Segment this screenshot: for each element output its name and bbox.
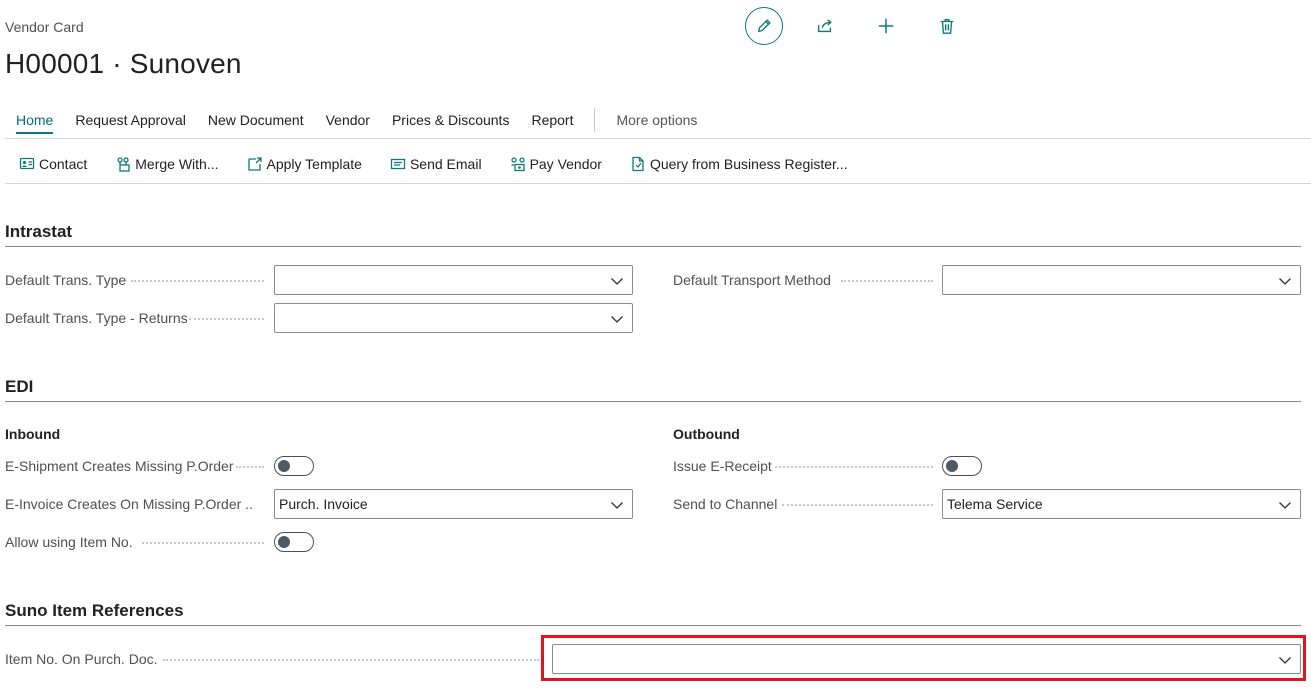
issue-ereceipt-toggle[interactable]	[942, 456, 982, 476]
merge-with-label: Merge With...	[135, 156, 219, 172]
default-transport-method-label: Default Transport Method	[673, 272, 831, 288]
contact-card-icon	[19, 156, 35, 172]
allow-using-item-no-label: Allow using Item No.	[5, 534, 133, 550]
send-email-button[interactable]: Send Email	[376, 148, 496, 180]
new-button[interactable]	[867, 7, 905, 45]
default-trans-type-label: Default Trans. Type	[5, 272, 127, 288]
page-title: H00001 · Sunoven	[5, 48, 242, 79]
merge-icon	[115, 156, 131, 172]
default-trans-type-select[interactable]	[274, 265, 633, 295]
chevron-down-icon	[1279, 278, 1291, 285]
einvoice-creates-on-missing-porder-select[interactable]: Purch. Invoice	[274, 489, 633, 519]
tab-report[interactable]: Report	[520, 104, 584, 138]
default-trans-type-returns-label: Default Trans. Type - Returns	[5, 310, 188, 326]
default-transport-method-select[interactable]	[942, 265, 1301, 295]
nav-divider	[594, 108, 596, 132]
default-trans-type-returns-select[interactable]	[274, 303, 633, 333]
pay-vendor-button[interactable]: Pay Vendor	[496, 148, 616, 180]
trash-icon	[940, 19, 954, 34]
allow-using-item-no-toggle[interactable]	[274, 532, 314, 552]
document-query-icon	[630, 156, 646, 172]
tab-vendor[interactable]: Vendor	[315, 104, 381, 138]
label-leader	[131, 280, 264, 282]
chevron-down-icon	[611, 278, 623, 285]
chevron-down-icon	[1279, 657, 1291, 664]
contact-label: Contact	[39, 156, 88, 172]
share-button[interactable]	[806, 7, 844, 45]
plus-icon	[878, 18, 894, 34]
query-business-register-label: Query from Business Register...	[649, 156, 848, 172]
home-toolbar: Contact Merge With... Apply Template Sen…	[5, 145, 1311, 184]
eshipment-creates-missing-porder-toggle[interactable]	[274, 456, 314, 476]
label-leader	[163, 659, 539, 661]
tab-home-label: Home	[16, 112, 54, 134]
toggle-knob	[946, 459, 958, 472]
email-icon	[390, 156, 406, 172]
item-no-on-purch-doc-label: Item No. On Purch. Doc.	[5, 651, 158, 667]
more-options-button[interactable]: More options	[605, 104, 708, 138]
delete-button[interactable]	[928, 7, 966, 45]
apply-template-label: Apply Template	[266, 156, 362, 172]
merge-with-button[interactable]: Merge With...	[101, 148, 232, 180]
apply-template-icon	[247, 156, 263, 172]
send-email-label: Send Email	[409, 156, 482, 172]
label-leader	[142, 542, 264, 544]
section-divider	[5, 625, 1301, 626]
eshipment-creates-missing-porder-label: E-Shipment Creates Missing P.Order	[5, 458, 234, 474]
section-divider	[5, 401, 1301, 402]
pay-vendor-label: Pay Vendor	[529, 156, 602, 172]
send-to-channel-select[interactable]: Telema Service	[942, 489, 1301, 519]
contact-button[interactable]: Contact	[5, 148, 101, 180]
issue-ereceipt-label: Issue E-Receipt	[673, 458, 772, 474]
label-leader	[782, 504, 933, 506]
toggle-knob	[278, 459, 290, 472]
chevron-down-icon	[611, 502, 623, 509]
tab-prices-discounts[interactable]: Prices & Discounts	[381, 104, 520, 138]
apply-template-button[interactable]: Apply Template	[233, 148, 376, 180]
einvoice-creates-on-missing-porder-label: E-Invoice Creates On Missing P.Order ...	[5, 496, 253, 512]
label-leader	[775, 466, 933, 468]
suno-item-references-section-title[interactable]: Suno Item References	[5, 601, 184, 621]
tab-home[interactable]: Home	[5, 104, 64, 138]
share-icon	[818, 19, 832, 33]
pay-vendor-icon	[510, 156, 526, 172]
pencil-icon	[757, 19, 771, 33]
outbound-heading: Outbound	[673, 426, 740, 442]
label-leader	[189, 318, 264, 320]
tab-request-approval[interactable]: Request Approval	[64, 104, 197, 138]
label-leader	[236, 466, 264, 468]
send-to-channel-value: Telema Service	[947, 496, 1043, 512]
header-actions	[745, 7, 966, 45]
section-divider	[5, 246, 1301, 247]
breadcrumb: Vendor Card	[5, 19, 84, 35]
item-no-on-purch-doc-select[interactable]	[552, 644, 1301, 674]
send-to-channel-label: Send to Channel	[673, 496, 778, 512]
edi-section-title[interactable]: EDI	[5, 377, 33, 397]
intrastat-section-title[interactable]: Intrastat	[5, 222, 72, 242]
query-business-register-button[interactable]: Query from Business Register...	[616, 148, 862, 180]
einvoice-creates-on-missing-porder-value: Purch. Invoice	[279, 496, 368, 512]
inbound-heading: Inbound	[5, 426, 61, 442]
action-bar-tabs: Home Request Approval New Document Vendo…	[5, 104, 1311, 139]
label-leader	[841, 280, 933, 282]
tab-new-document[interactable]: New Document	[197, 104, 315, 138]
toggle-knob	[278, 535, 290, 548]
edit-button[interactable]	[745, 7, 783, 45]
chevron-down-icon	[1279, 502, 1291, 509]
chevron-down-icon	[611, 316, 623, 323]
